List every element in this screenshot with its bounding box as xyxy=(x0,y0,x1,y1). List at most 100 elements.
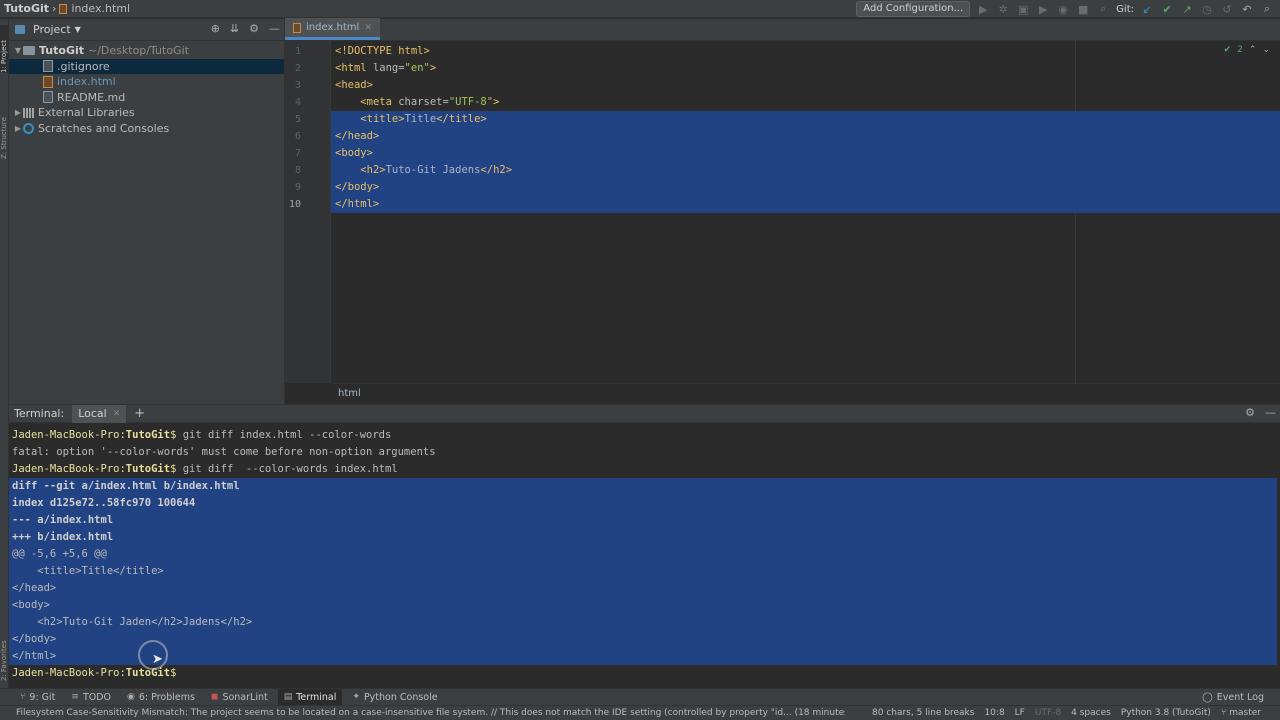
breadcrumb-tag[interactable]: html xyxy=(338,388,361,399)
code-line[interactable]: </head> xyxy=(331,128,1280,145)
editor-tabs: index.html ✕ xyxy=(285,18,1280,41)
status-message[interactable]: Filesystem Case-Sensitivity Mismatch: Th… xyxy=(0,708,845,718)
chevron-up-icon[interactable]: ⌃ xyxy=(1249,45,1257,55)
code-line[interactable]: </body> xyxy=(331,179,1280,196)
run-icon[interactable]: ▶ xyxy=(976,2,990,16)
stop-icon[interactable]: ■ xyxy=(1076,2,1090,16)
close-icon[interactable]: ✕ xyxy=(364,23,372,33)
code-line[interactable]: <body> xyxy=(331,145,1280,162)
collapse-all-icon[interactable]: ⇊ xyxy=(230,22,239,35)
git-update-icon[interactable]: ↙ xyxy=(1140,2,1154,16)
breadcrumb-project[interactable]: TutoGit xyxy=(4,2,49,15)
chevron-down-icon[interactable]: ▼ xyxy=(75,25,81,34)
code-view[interactable]: <!DOCTYPE html> <html lang="en"> <head> <m… xyxy=(331,41,1280,383)
project-view-selector[interactable]: Project xyxy=(33,23,71,36)
tool-python-console[interactable]: ✦ Python Console xyxy=(346,689,443,706)
tree-root[interactable]: ▼ TutoGit ~/Desktop/TutoGit xyxy=(9,43,284,59)
terminal-line: </html> xyxy=(9,648,1277,665)
tool-terminal[interactable]: ▤ Terminal xyxy=(277,688,343,706)
add-configuration-button[interactable]: Add Configuration... xyxy=(856,1,971,17)
profile-icon[interactable]: ▶ xyxy=(1036,2,1050,16)
tool-problems[interactable]: ◉ 6: Problems xyxy=(121,689,201,706)
tree-file-readme[interactable]: README.md xyxy=(9,90,284,106)
undo-icon[interactable]: ↶ xyxy=(1240,2,1254,16)
git-push-icon[interactable]: ↗ xyxy=(1180,2,1194,16)
code-line[interactable]: <meta charset="UTF-8"> xyxy=(331,94,1280,111)
branch-icon: ⑂ xyxy=(1220,708,1230,718)
code-line[interactable]: <title>Title</title> xyxy=(331,111,1280,128)
branch-name: master xyxy=(1229,708,1261,718)
chevron-right-icon: › xyxy=(52,2,57,15)
terminal-panel: Terminal: Local ✕ + ⚙ — Jaden-MacBook-Pr… xyxy=(9,404,1280,688)
hide-icon[interactable]: — xyxy=(1265,406,1276,419)
terminal-output-text: index d125e72..58fc970 100644 xyxy=(12,497,196,509)
code-line[interactable]: <h2>Tuto-Git Jadens</h2> xyxy=(331,162,1280,179)
left-tool-strip: 1: Project Z: Structure 2: Favorites xyxy=(0,19,9,689)
close-icon[interactable]: ✕ xyxy=(113,405,121,423)
git-commit-icon[interactable]: ✔ xyxy=(1160,2,1174,16)
code-line[interactable]: <!DOCTYPE html> xyxy=(331,43,1280,60)
terminal-output-text: </html> xyxy=(12,650,57,662)
locate-icon[interactable]: ⊕ xyxy=(211,22,220,35)
indent-setting[interactable]: 4 spaces xyxy=(1066,708,1116,718)
expanded-arrow-icon[interactable]: ▼ xyxy=(13,46,23,55)
tree-file-gitignore[interactable]: .gitignore xyxy=(9,58,284,74)
git-label: Git: xyxy=(1116,3,1134,15)
collapsed-arrow-icon[interactable]: ▶ xyxy=(13,124,23,133)
chevron-down-icon[interactable]: ⌄ xyxy=(1262,45,1270,55)
hide-icon[interactable]: — xyxy=(269,22,280,35)
library-icon xyxy=(23,107,34,118)
tool-todo[interactable]: ≡ TODO xyxy=(65,689,117,706)
tool-git[interactable]: ⑂ 9: Git xyxy=(14,689,61,706)
terminal-line: Jaden-MacBook-Pro:TutoGit$ git diff inde… xyxy=(9,427,1277,444)
scratches-label: Scratches and Consoles xyxy=(38,121,170,135)
pointer-icon: ➤ xyxy=(152,652,163,667)
html-file-icon xyxy=(59,3,68,14)
inspection-count: 2 xyxy=(1237,45,1243,55)
tool-sonarlint[interactable]: ◼ SonarLint xyxy=(205,689,274,706)
line-number: 3 xyxy=(294,80,301,91)
rollback-icon[interactable]: ↺ xyxy=(1220,2,1234,16)
python-interpreter[interactable]: Python 3.8 (TutoGit) xyxy=(1116,708,1216,718)
find-icon[interactable]: ⌕ xyxy=(1260,2,1274,16)
terminal-tab-label: Local xyxy=(78,406,107,420)
new-terminal-icon[interactable]: + xyxy=(134,406,145,421)
root-folder-path: ~/Desktop/TutoGit xyxy=(88,44,189,58)
code-line[interactable]: <head> xyxy=(331,77,1280,94)
tree-file-index[interactable]: index.html xyxy=(9,74,284,90)
line-separator[interactable]: LF xyxy=(1010,708,1030,718)
prompt-host: Jaden-MacBook-Pro: xyxy=(12,667,126,679)
project-tool-tab[interactable]: 1: Project xyxy=(0,25,9,73)
concurrency-icon[interactable]: ◉ xyxy=(1056,2,1070,16)
history-icon[interactable]: ◷ xyxy=(1200,2,1214,16)
terminal-output-text: </body> xyxy=(12,633,57,645)
structure-tool-tab[interactable]: Z: Structure xyxy=(0,99,9,159)
inspection-widget[interactable]: ✔ 2 ⌃ ⌄ xyxy=(1224,45,1270,55)
caret-position[interactable]: 10:8 xyxy=(979,708,1009,718)
git-branch[interactable]: ⑂ master xyxy=(1216,708,1266,718)
terminal-prompt: Jaden-MacBook-Pro:TutoGit$ xyxy=(12,463,177,475)
debug-icon[interactable]: ✲ xyxy=(996,2,1010,16)
search-icon[interactable]: ⌕ xyxy=(1096,2,1110,16)
gear-icon[interactable]: ⚙ xyxy=(1245,406,1255,419)
tree-external-libraries[interactable]: ▶ External Libraries xyxy=(9,105,284,121)
terminal-output-text: fatal: option '--color-words' must come … xyxy=(12,446,436,458)
terminal-output[interactable]: Jaden-MacBook-Pro:TutoGit$ git diff inde… xyxy=(9,425,1280,688)
tab-index-html[interactable]: index.html ✕ xyxy=(285,18,380,40)
event-log-button[interactable]: ◯ Event Log xyxy=(1202,689,1264,706)
editor-breadcrumb[interactable]: html xyxy=(331,383,1280,404)
code-line[interactable]: <html lang="en"> xyxy=(331,60,1280,77)
file-encoding[interactable]: UTF-8 xyxy=(1030,708,1066,718)
terminal-line: </head> xyxy=(9,580,1277,597)
gear-icon[interactable]: ⚙ xyxy=(249,22,259,35)
coverage-icon[interactable]: ▣ xyxy=(1016,2,1030,16)
tool-window-bar: ⑂ 9: Git ≡ TODO ◉ 6: Problems ◼ SonarLint ▤ T… xyxy=(0,688,1280,706)
code-line[interactable]: </html> xyxy=(331,196,1280,213)
terminal-tab-local[interactable]: Local ✕ xyxy=(72,404,127,423)
tree-scratches[interactable]: ▶ Scratches and Consoles xyxy=(9,121,284,137)
breadcrumb-file[interactable]: index.html xyxy=(71,2,130,15)
project-view-icon xyxy=(15,25,25,34)
collapsed-arrow-icon[interactable]: ▶ xyxy=(13,108,23,117)
favorites-tool-tab[interactable]: 2: Favorites xyxy=(0,619,9,681)
terminal-output-text: </head> xyxy=(12,582,57,594)
